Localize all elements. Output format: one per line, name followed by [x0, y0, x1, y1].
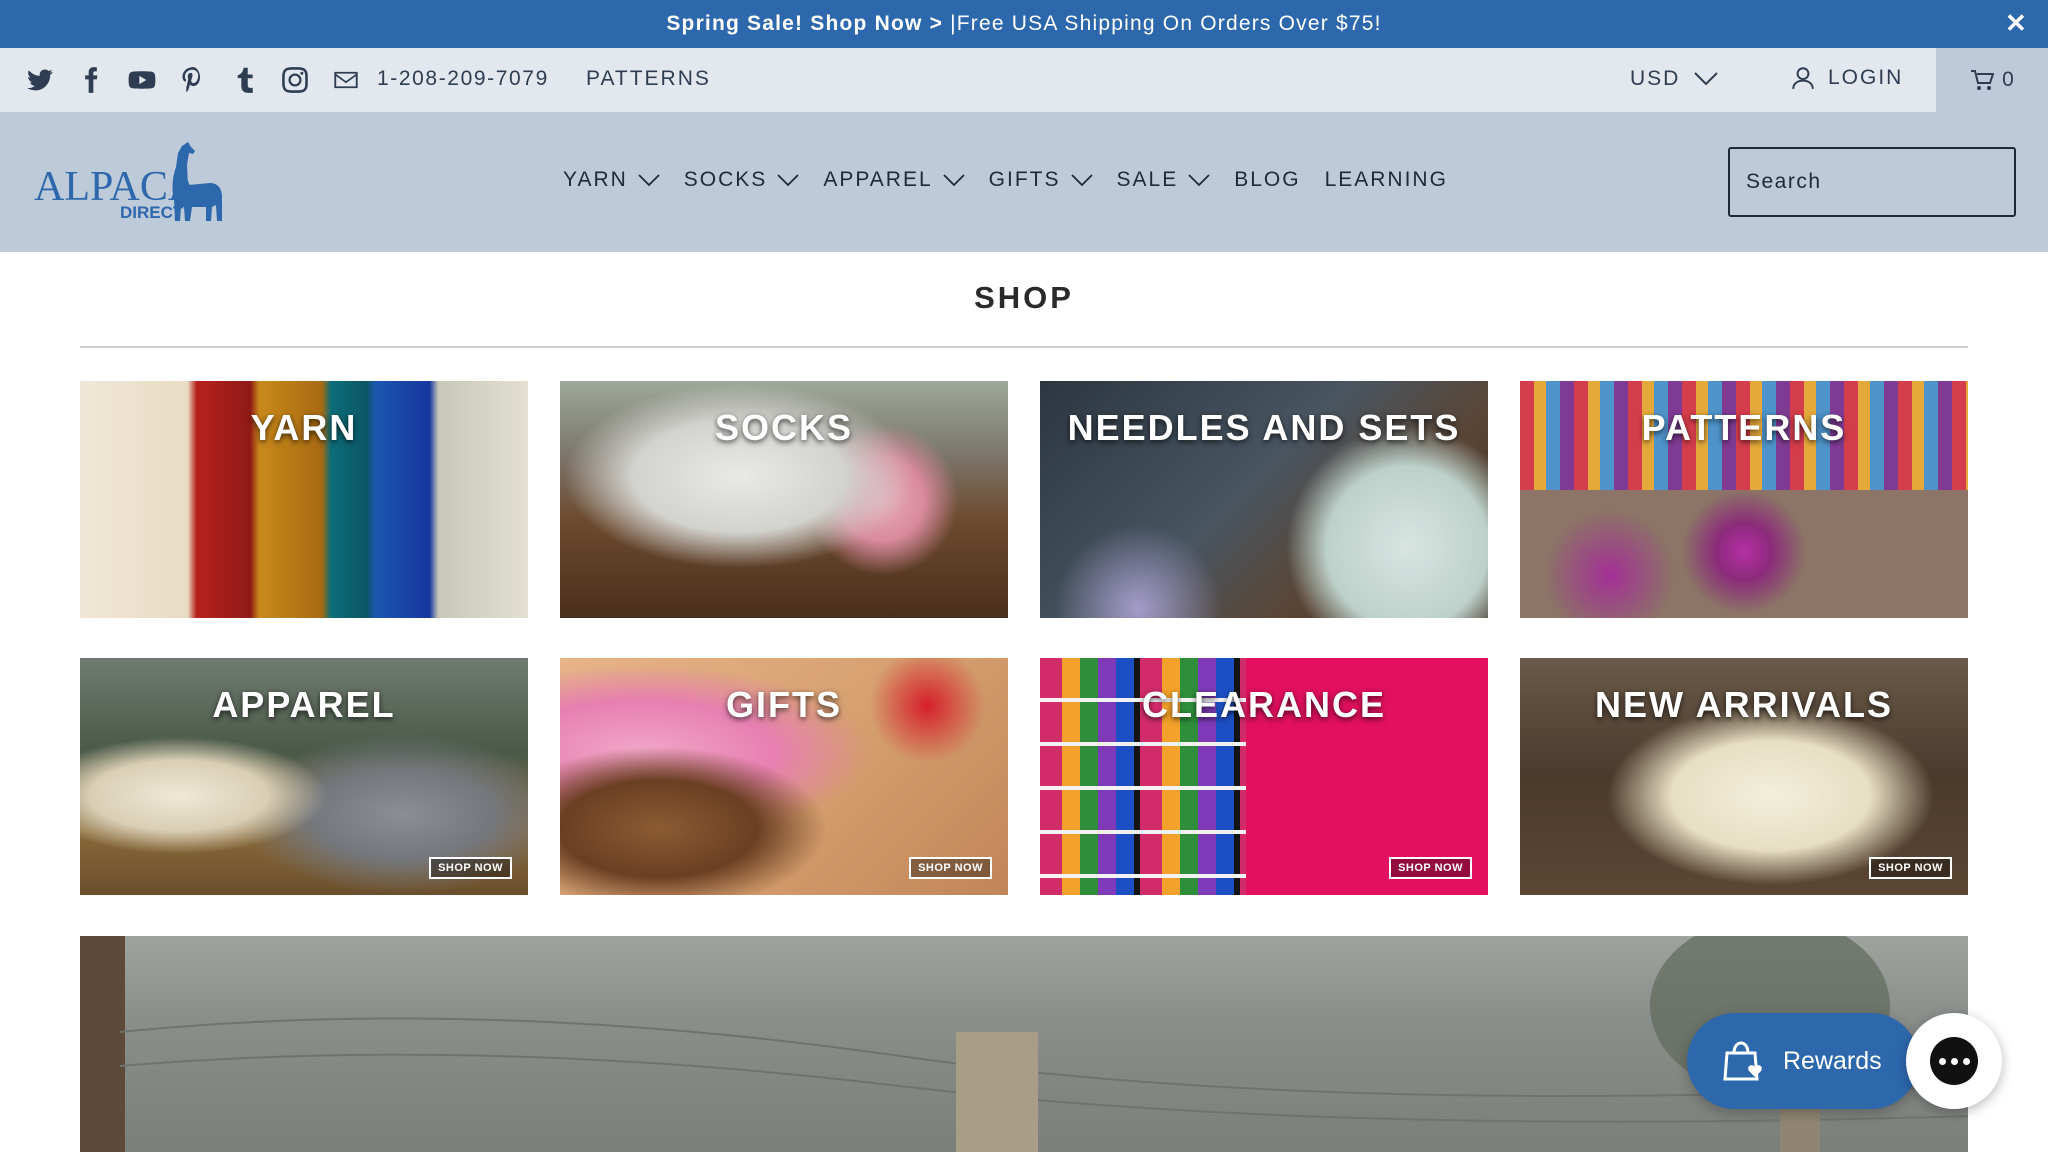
search-input[interactable]	[1746, 170, 2017, 194]
hero-banner-image	[80, 936, 1968, 1152]
tile-label: NEEDLES AND SETS	[1067, 407, 1461, 448]
shop-now-button[interactable]: SHOP NOW	[429, 857, 512, 879]
category-tile-yarn[interactable]: YARN	[80, 381, 528, 618]
page-title: SHOP	[974, 280, 1074, 315]
nav-item-sale[interactable]: SALE	[1117, 168, 1211, 192]
category-tile-needles-and-sets[interactable]: NEEDLES AND SETS	[1040, 381, 1488, 618]
currency-selector[interactable]: USD	[1630, 67, 1719, 91]
category-tile-apparel[interactable]: APPAREL SHOP NOW	[80, 658, 528, 895]
nav-item-yarn[interactable]: YARN	[563, 168, 660, 192]
rewards-launcher[interactable]: Rewards	[1687, 1013, 1919, 1109]
tile-label: GIFTS	[726, 684, 842, 725]
chevron-down-icon	[638, 174, 660, 187]
shop-now-button[interactable]: SHOP NOW	[1869, 857, 1952, 879]
category-tile-gifts[interactable]: GIFTS SHOP NOW	[560, 658, 1008, 895]
instagram-icon[interactable]	[281, 66, 309, 94]
chevron-down-icon	[1188, 174, 1210, 187]
currency-label: USD	[1630, 67, 1681, 90]
alpaca-direct-logo[interactable]: ALPACA DIRECT	[32, 140, 244, 222]
tile-label: NEW ARRIVALS	[1595, 684, 1893, 725]
tile-label: CLEARANCE	[1141, 684, 1386, 725]
tile-label: SOCKS	[714, 407, 854, 448]
nav-item-learning[interactable]: LEARNING	[1325, 168, 1448, 192]
youtube-icon[interactable]	[128, 66, 156, 94]
announcement-text: |Free USA Shipping On Orders Over $75!	[950, 12, 1382, 35]
login-link[interactable]: LOGIN	[1790, 65, 1903, 91]
shop-now-button[interactable]: SHOP NOW	[1389, 857, 1472, 879]
category-tile-new-arrivals[interactable]: NEW ARRIVALS SHOP NOW	[1520, 658, 1968, 895]
nav-item-socks[interactable]: SOCKS	[684, 168, 800, 192]
shop-now-button[interactable]: SHOP NOW	[909, 857, 992, 879]
nav-item-label: SOCKS	[683, 168, 768, 191]
tile-label: YARN	[250, 407, 358, 448]
shopping-bag-heart-icon	[1723, 1041, 1762, 1081]
cart-count: 0	[2002, 68, 2014, 91]
social-links	[26, 66, 360, 94]
main-header: ALPACA DIRECT YARN SOCKS APPAREL GIFTS S…	[0, 112, 2048, 252]
category-tile-clearance[interactable]: CLEARANCE SHOP NOW	[1040, 658, 1488, 895]
tile-label: APPAREL	[212, 684, 396, 725]
nav-item-label: APPAREL	[823, 168, 933, 191]
logo-subtext: DIRECT	[120, 203, 184, 222]
rewards-label: Rewards	[1783, 1046, 1882, 1075]
category-tile-socks[interactable]: SOCKS	[560, 381, 1008, 618]
tumblr-icon[interactable]	[230, 66, 258, 94]
pinterest-icon[interactable]	[179, 66, 207, 94]
chevron-down-icon	[1070, 174, 1093, 187]
close-icon[interactable]: ✕	[2005, 10, 2028, 36]
divider	[80, 346, 1968, 348]
cart-icon	[1971, 70, 1995, 90]
login-label: LOGIN	[1828, 66, 1904, 89]
chat-bubble-icon	[1930, 1037, 1978, 1085]
main-nav: YARN SOCKS APPAREL GIFTS SALE BLOG LEARN…	[563, 168, 1448, 192]
nav-item-label: LEARNING	[1324, 168, 1448, 191]
patterns-link[interactable]: PATTERNS	[586, 67, 711, 91]
chat-launcher[interactable]	[1906, 1013, 2002, 1109]
chevron-down-icon	[943, 174, 965, 187]
fence-scene	[80, 936, 1968, 1152]
nav-item-gifts[interactable]: GIFTS	[989, 168, 1093, 192]
user-icon	[1792, 67, 1814, 89]
phone-number[interactable]: 1-208-209-7079	[377, 67, 549, 91]
nav-item-blog[interactable]: BLOG	[1234, 168, 1300, 192]
facebook-icon[interactable]	[77, 66, 105, 94]
mail-icon[interactable]	[332, 66, 360, 94]
chevron-down-icon	[1694, 72, 1719, 86]
announcement-bar: Spring Sale! Shop Now > |Free USA Shippi…	[0, 0, 2048, 48]
nav-item-apparel[interactable]: APPAREL	[823, 168, 965, 192]
category-tile-patterns[interactable]: PATTERNS	[1520, 381, 1968, 618]
nav-item-label: BLOG	[1234, 168, 1301, 191]
nav-item-label: GIFTS	[988, 168, 1061, 191]
utility-bar: 1-208-209-7079 PATTERNS USD LOGIN 0	[0, 48, 2048, 112]
nav-item-label: YARN	[563, 168, 628, 191]
nav-item-label: SALE	[1116, 168, 1179, 191]
search-box	[1728, 147, 2017, 217]
chevron-down-icon	[777, 174, 799, 187]
announcement-sale-link[interactable]: Spring Sale! Shop Now >	[666, 12, 943, 36]
cart-button[interactable]: 0	[1936, 48, 2048, 112]
twitter-icon[interactable]	[26, 66, 54, 94]
tile-label: PATTERNS	[1641, 407, 1847, 448]
